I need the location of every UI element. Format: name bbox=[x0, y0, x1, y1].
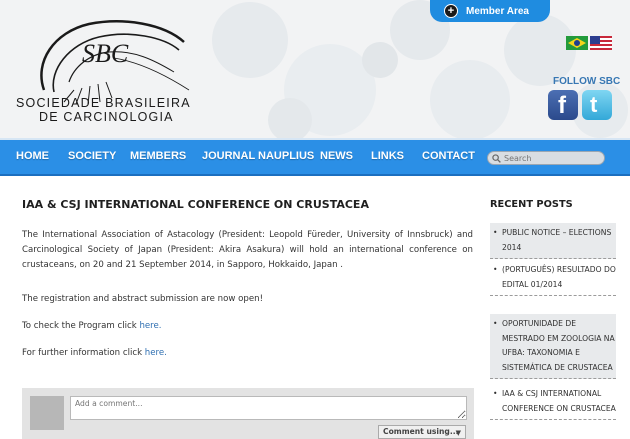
nav-news[interactable]: NEWS bbox=[320, 150, 353, 162]
search-box[interactable] bbox=[487, 151, 605, 165]
nav-links[interactable]: LINKS bbox=[371, 150, 404, 162]
plus-icon: + bbox=[444, 4, 458, 18]
recent-post-item[interactable]: IAA & CSJ INTERNATIONAL CONFERENCE ON CR… bbox=[490, 384, 616, 420]
post-paragraph-1: The International Association of Astacol… bbox=[22, 230, 473, 270]
nav-society[interactable]: SOCIETY bbox=[68, 150, 116, 162]
brazil-flag-icon[interactable] bbox=[566, 36, 588, 50]
member-area-button[interactable]: + Member Area bbox=[430, 0, 550, 22]
post-paragraph-2: The registration and abstract submission… bbox=[22, 294, 264, 304]
member-area-label: Member Area bbox=[466, 5, 529, 17]
comment-section: Comment using...▼ bbox=[22, 388, 474, 439]
recent-post-item[interactable]: (PORTUGUÊS) RESULTADO DO EDITAL 01/2014 bbox=[490, 260, 616, 296]
usa-flag-icon[interactable] bbox=[590, 36, 612, 50]
chevron-down-icon: ▼ bbox=[455, 429, 461, 437]
logo-title-line2: DE CARCINOLOGIA bbox=[39, 110, 174, 124]
program-link[interactable]: here. bbox=[139, 321, 161, 331]
search-input[interactable] bbox=[504, 153, 594, 163]
site-header: + Member Area SBC SOCIEDADE BRASILEIRA D… bbox=[0, 0, 630, 138]
nav-journal-nauplius[interactable]: JOURNAL NAUPLIUS bbox=[202, 150, 314, 162]
comment-using-button[interactable]: Comment using... ▼ bbox=[378, 425, 466, 439]
logo-title-line1: SOCIEDADE BRASILEIRA bbox=[16, 96, 191, 110]
nav-contact[interactable]: CONTACT bbox=[422, 150, 475, 162]
content-area: IAA & CSJ INTERNATIONAL CONFERENCE ON CR… bbox=[0, 178, 630, 439]
facebook-icon[interactable]: f bbox=[548, 90, 578, 120]
post-paragraph-4: For further information click here. bbox=[22, 348, 167, 358]
search-icon bbox=[492, 153, 501, 163]
follow-label: FOLLOW SBC bbox=[553, 76, 621, 87]
post-paragraph-3: To check the Program click here. bbox=[22, 321, 162, 331]
twitter-icon[interactable]: t bbox=[582, 90, 612, 120]
avatar bbox=[30, 396, 64, 430]
sbc-monogram: SBC bbox=[82, 39, 129, 68]
recent-post-item[interactable]: PUBLIC NOTICE – ELECTIONS 2014 bbox=[490, 223, 616, 259]
main-navigation: HOME SOCIETY MEMBERS JOURNAL NAUPLIUS NE… bbox=[0, 138, 630, 176]
recent-post-item[interactable]: OPORTUNIDADE DE MESTRADO EM ZOOLOGIA NA … bbox=[490, 314, 616, 379]
recent-posts-heading: RECENT POSTS bbox=[490, 199, 573, 210]
further-info-link[interactable]: here. bbox=[145, 348, 167, 358]
nav-home[interactable]: HOME bbox=[16, 150, 49, 162]
nav-members[interactable]: MEMBERS bbox=[130, 150, 186, 162]
comment-input[interactable] bbox=[70, 396, 467, 420]
post-title[interactable]: IAA & CSJ INTERNATIONAL CONFERENCE ON CR… bbox=[22, 198, 369, 211]
